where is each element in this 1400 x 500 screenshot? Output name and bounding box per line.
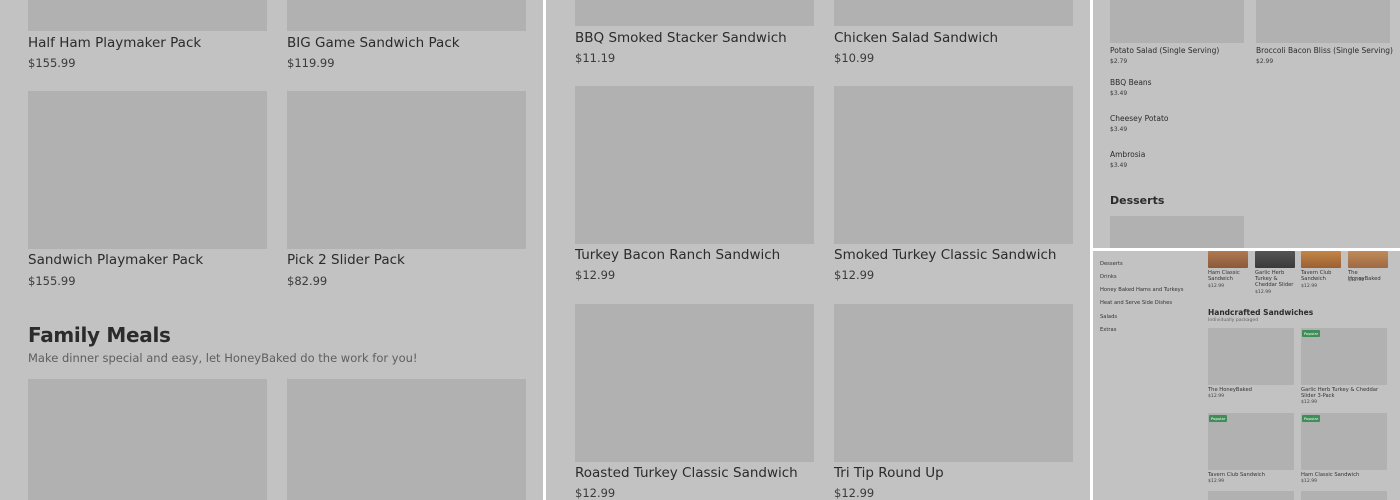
product-price: $12.99 <box>1208 479 1225 484</box>
product-image[interactable] <box>1110 216 1244 248</box>
product-image[interactable] <box>1301 251 1341 268</box>
product-name[interactable]: Garlic Herb Turkey & Cheddar Slider 3-Pa… <box>1301 387 1389 399</box>
panel-menu-overview: Desserts Drinks Honey Baked Hams and Tur… <box>1093 251 1400 500</box>
product-image[interactable] <box>575 86 814 244</box>
section-subtitle: Individually packaged <box>1208 318 1259 323</box>
product-image[interactable] <box>1208 251 1248 268</box>
product-price: $155.99 <box>28 56 76 70</box>
product-price: $12.99 <box>1301 284 1318 289</box>
product-name[interactable]: Potato Salad (Single Serving) <box>1110 46 1219 55</box>
product-image[interactable] <box>1348 251 1388 268</box>
product-image[interactable] <box>575 304 814 462</box>
product-name[interactable]: Chicken Salad Sandwich <box>834 30 998 46</box>
product-price: $12.99 <box>834 486 875 500</box>
product-image[interactable] <box>287 91 526 249</box>
product-name[interactable]: Roasted Turkey Classic Sandwich <box>575 465 798 481</box>
product-name[interactable]: Ham Classic Sandwich <box>1208 270 1248 282</box>
product-image[interactable] <box>28 0 267 31</box>
product-price: $2.79 <box>1110 58 1128 65</box>
section-subtitle: Make dinner special and easy, let HoneyB… <box>28 351 418 365</box>
section-title-handcrafted-sandwiches: Handcrafted Sandwiches <box>1208 308 1314 317</box>
sidebar-item-drinks[interactable]: Drinks <box>1100 274 1117 280</box>
product-name[interactable]: Cheesey Potato <box>1110 114 1168 123</box>
product-image[interactable] <box>834 304 1073 462</box>
product-price: $12.99 <box>1301 400 1318 405</box>
product-image[interactable] <box>834 0 1073 26</box>
product-image[interactable] <box>287 0 526 31</box>
section-title-desserts: Desserts <box>1110 194 1165 207</box>
sidebar-item-extras[interactable]: Extras <box>1100 327 1116 333</box>
product-price: $12.99 <box>1208 284 1225 289</box>
sidebar-item-desserts[interactable]: Desserts <box>1100 261 1123 267</box>
product-name[interactable]: Ham Classic Sandwich <box>1301 472 1387 478</box>
product-name[interactable]: Ambrosia <box>1110 150 1145 159</box>
popular-badge: Popular <box>1209 415 1228 422</box>
product-name[interactable]: BBQ Smoked Stacker Sandwich <box>575 30 787 46</box>
product-name[interactable]: Pick 2 Slider Pack <box>287 252 405 268</box>
product-image[interactable] <box>1301 491 1387 500</box>
product-name[interactable]: Tavern Club Sandwich <box>1208 472 1294 478</box>
product-price: $12.99 <box>1301 479 1318 484</box>
product-name[interactable]: Tri Tip Round Up <box>834 465 944 481</box>
product-price: $3.49 <box>1110 90 1128 97</box>
sidebar-item-salads[interactable]: Salads <box>1100 314 1117 320</box>
popular-badge: Popular <box>1302 330 1321 337</box>
product-price: $119.99 <box>287 56 335 70</box>
product-price: $12.99 <box>1208 394 1225 399</box>
product-name[interactable]: Smoked Turkey Classic Sandwich <box>834 247 1056 263</box>
product-price: $12.99 <box>575 486 616 500</box>
product-image[interactable] <box>834 86 1073 244</box>
product-image[interactable] <box>28 91 267 249</box>
product-image[interactable] <box>1208 328 1294 385</box>
product-price: $10.99 <box>834 51 875 65</box>
product-name[interactable]: The HoneyBaked <box>1208 387 1294 393</box>
product-price: $12.99 <box>834 268 875 282</box>
product-name[interactable]: Tavern Club Sandwich <box>1301 270 1341 282</box>
popular-badge: Popular <box>1302 415 1321 422</box>
product-price: $2.99 <box>1256 58 1274 65</box>
product-image[interactable] <box>1255 251 1295 268</box>
product-name[interactable]: Half Ham Playmaker Pack <box>28 35 201 51</box>
panel-family-packs: Half Ham Playmaker Pack $155.99 BIG Game… <box>0 0 543 500</box>
product-price: $82.99 <box>287 274 328 288</box>
sidebar-item-side-dishes[interactable]: Heat and Serve Side Dishes <box>1100 300 1172 306</box>
section-title-family-meals: Family Meals <box>28 323 171 347</box>
product-image[interactable] <box>28 379 267 500</box>
sidebar-item-hams-turkeys[interactable]: Honey Baked Hams and Turkeys <box>1100 287 1183 293</box>
product-price: $12.99 <box>575 268 616 282</box>
product-price: $3.49 <box>1110 162 1128 169</box>
product-image[interactable] <box>575 0 814 26</box>
product-image[interactable] <box>1110 0 1244 43</box>
product-price: $11.19 <box>575 51 616 65</box>
product-name[interactable]: Turkey Bacon Ranch Sandwich <box>575 247 780 263</box>
product-name[interactable]: Garlic Herb Turkey & Cheddar Slider <box>1255 270 1295 289</box>
product-price: $3.49 <box>1110 126 1128 133</box>
product-name[interactable]: Sandwich Playmaker Pack <box>28 252 203 268</box>
product-price: $12.99 <box>1348 278 1365 283</box>
product-name[interactable]: BIG Game Sandwich Pack <box>287 35 460 51</box>
panel-sides: Potato Salad (Single Serving) $2.79 Broc… <box>1093 0 1400 248</box>
product-image[interactable] <box>1256 0 1390 43</box>
product-name[interactable]: BBQ Beans <box>1110 78 1152 87</box>
product-name[interactable]: Broccoli Bacon Bliss (Single Serving) <box>1256 46 1393 55</box>
product-image[interactable] <box>287 379 526 500</box>
product-price: $12.99 <box>1255 290 1272 295</box>
product-price: $155.99 <box>28 274 76 288</box>
panel-sandwiches: BBQ Smoked Stacker Sandwich $11.19 Chick… <box>546 0 1090 500</box>
product-image[interactable] <box>1208 491 1294 500</box>
